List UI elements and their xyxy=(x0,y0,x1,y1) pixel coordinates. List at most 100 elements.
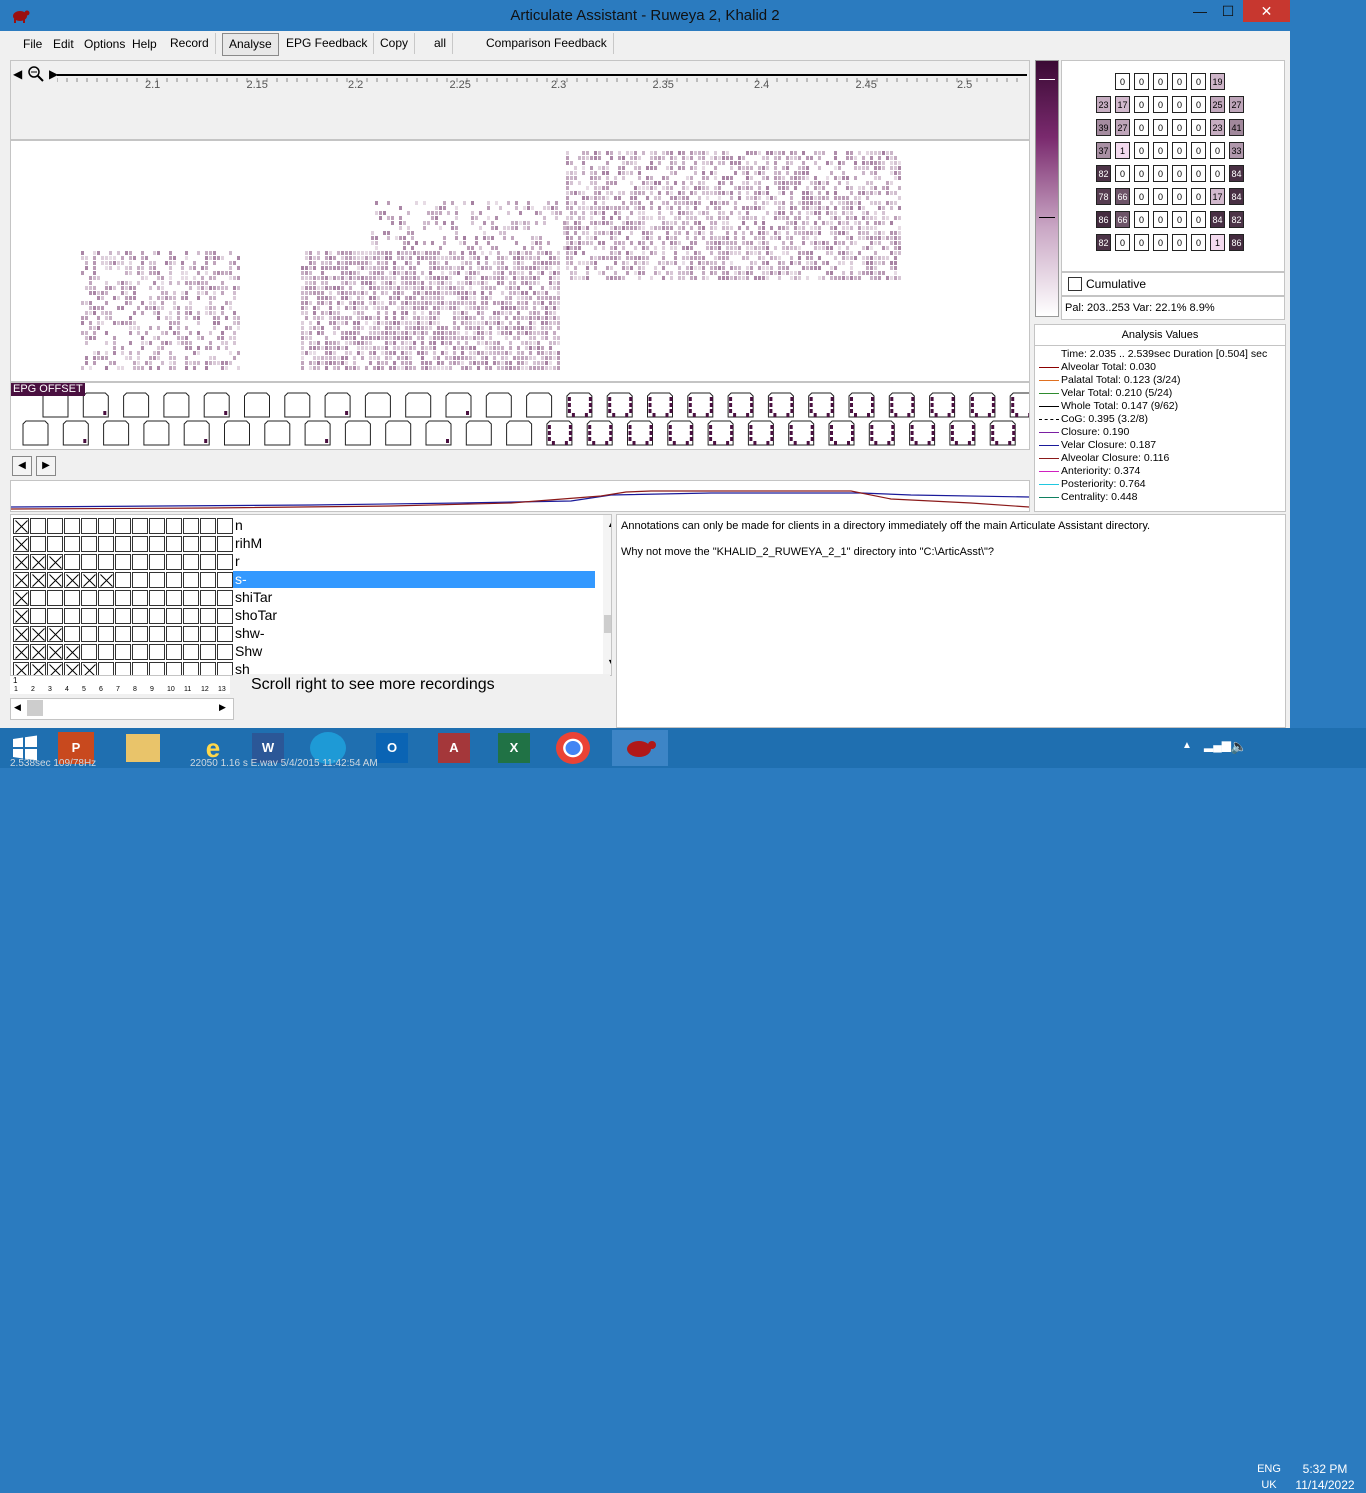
recording-checkbox[interactable] xyxy=(30,554,46,570)
recording-checkbox[interactable] xyxy=(149,590,165,606)
recording-checkbox[interactable] xyxy=(30,644,46,660)
recording-checkbox[interactable] xyxy=(47,518,63,534)
recording-checkbox[interactable] xyxy=(115,662,131,675)
menu-help[interactable]: Help xyxy=(132,37,157,51)
recording-checkbox[interactable] xyxy=(81,644,97,660)
recording-checkbox[interactable] xyxy=(30,626,46,642)
recording-checkbox[interactable] xyxy=(98,662,114,675)
recording-checkbox[interactable] xyxy=(166,590,182,606)
epg-frame[interactable] xyxy=(264,420,291,446)
epg-frame[interactable] xyxy=(163,392,190,418)
recording-checkbox[interactable] xyxy=(217,608,233,624)
articulate-assistant-taskbar-icon[interactable] xyxy=(612,730,668,766)
recording-checkbox[interactable] xyxy=(81,572,97,588)
recording-checkbox[interactable] xyxy=(217,536,233,552)
recording-checkbox[interactable] xyxy=(132,662,148,675)
recording-checkbox[interactable] xyxy=(115,608,131,624)
recording-checkbox[interactable] xyxy=(98,554,114,570)
spectrogram[interactable] xyxy=(10,140,1030,382)
recording-checkbox[interactable] xyxy=(13,662,29,675)
recording-checkbox[interactable] xyxy=(183,626,199,642)
waveform-panel[interactable]: ◀ ▶ 2.1 2.15 2.2 2.25 2.3 2.35 2.4 2.45 2.5 xyxy=(10,60,1030,140)
recording-checkbox[interactable] xyxy=(166,608,182,624)
epg-frame[interactable] xyxy=(405,392,432,418)
recording-checkbox[interactable] xyxy=(115,518,131,534)
scroll-thumb[interactable] xyxy=(604,615,611,633)
list-item[interactable]: Shw xyxy=(11,643,603,661)
record-button[interactable]: Record xyxy=(164,33,216,54)
recording-checkbox[interactable] xyxy=(13,590,29,606)
recording-checkbox[interactable] xyxy=(149,572,165,588)
recording-name[interactable]: shiTar xyxy=(233,589,595,606)
scroll-left-icon[interactable]: ◀ xyxy=(13,67,22,81)
recording-checkbox[interactable] xyxy=(13,644,29,660)
recording-checkbox[interactable] xyxy=(98,644,114,660)
recording-checkbox[interactable] xyxy=(166,662,182,675)
recording-checkbox[interactable] xyxy=(47,608,63,624)
recording-checkbox[interactable] xyxy=(200,662,216,675)
recording-checkbox[interactable] xyxy=(13,518,29,534)
recording-checkbox[interactable] xyxy=(200,644,216,660)
epg-feedback-button[interactable]: EPG Feedback xyxy=(280,33,375,54)
recording-checkbox[interactable] xyxy=(183,590,199,606)
epg-frame[interactable] xyxy=(284,392,311,418)
recording-checkbox[interactable] xyxy=(115,590,131,606)
epg-frame[interactable] xyxy=(385,420,412,446)
recording-checkbox[interactable] xyxy=(132,590,148,606)
recording-checkbox[interactable] xyxy=(47,626,63,642)
recording-checkbox[interactable] xyxy=(30,536,46,552)
list-item[interactable]: n xyxy=(11,517,603,535)
list-item[interactable]: shw- xyxy=(11,625,603,643)
next-frame-button[interactable]: ▶ xyxy=(36,456,56,476)
recording-checkbox[interactable] xyxy=(81,518,97,534)
recording-checkbox[interactable] xyxy=(115,572,131,588)
recording-checkbox[interactable] xyxy=(217,518,233,534)
recording-checkbox[interactable] xyxy=(81,590,97,606)
epg-frame[interactable] xyxy=(123,392,150,418)
recording-checkbox[interactable] xyxy=(149,644,165,660)
outlook-icon[interactable]: O xyxy=(376,733,408,763)
recordings-vertical-scrollbar[interactable]: ▲ ▼ xyxy=(603,515,611,675)
recordings-horizontal-scrollbar[interactable]: ◀ ▶ xyxy=(10,698,234,720)
recording-checkbox[interactable] xyxy=(149,608,165,624)
recording-checkbox[interactable] xyxy=(166,536,182,552)
epg-frame[interactable] xyxy=(526,392,553,418)
recording-checkbox[interactable] xyxy=(132,572,148,588)
recording-checkbox[interactable] xyxy=(64,626,80,642)
recording-checkbox[interactable] xyxy=(30,662,46,675)
recording-checkbox[interactable] xyxy=(183,644,199,660)
recording-name[interactable]: s- xyxy=(233,571,595,588)
language-indicator[interactable]: ENG UK xyxy=(1252,1461,1286,1493)
recording-checkbox[interactable] xyxy=(64,662,80,675)
zoom-icon[interactable] xyxy=(27,65,45,83)
recording-name[interactable]: Shw xyxy=(233,643,595,660)
recording-checkbox[interactable] xyxy=(149,662,165,675)
recording-checkbox[interactable] xyxy=(149,626,165,642)
epg-frame[interactable] xyxy=(485,392,512,418)
recording-checkbox[interactable] xyxy=(183,536,199,552)
clock[interactable]: 5:32 PM 11/14/2022 xyxy=(1290,1461,1360,1493)
recording-checkbox[interactable] xyxy=(81,536,97,552)
recording-checkbox[interactable] xyxy=(200,590,216,606)
recording-checkbox[interactable] xyxy=(166,626,182,642)
recording-checkbox[interactable] xyxy=(166,554,182,570)
recording-checkbox[interactable] xyxy=(166,644,182,660)
epg-frame[interactable] xyxy=(42,392,69,418)
recording-checkbox[interactable] xyxy=(200,536,216,552)
chrome-icon[interactable] xyxy=(556,732,590,764)
recording-checkbox[interactable] xyxy=(166,518,182,534)
recording-checkbox[interactable] xyxy=(30,518,46,534)
menu-file[interactable]: File xyxy=(23,37,42,51)
comparison-feedback-button[interactable]: Comparison Feedback xyxy=(480,33,614,54)
epg-frame-strip[interactable]: EPG OFFSET xyxy=(10,382,1030,450)
epg-frame[interactable] xyxy=(465,420,492,446)
close-button[interactable]: ✕ xyxy=(1243,0,1290,22)
recording-checkbox[interactable] xyxy=(64,590,80,606)
recording-checkbox[interactable] xyxy=(30,572,46,588)
prev-frame-button[interactable]: ◀ xyxy=(12,456,32,476)
recording-checkbox[interactable] xyxy=(13,572,29,588)
recording-checkbox[interactable] xyxy=(183,554,199,570)
epg-frame[interactable] xyxy=(344,420,371,446)
recording-checkbox[interactable] xyxy=(47,536,63,552)
recording-checkbox[interactable] xyxy=(47,554,63,570)
